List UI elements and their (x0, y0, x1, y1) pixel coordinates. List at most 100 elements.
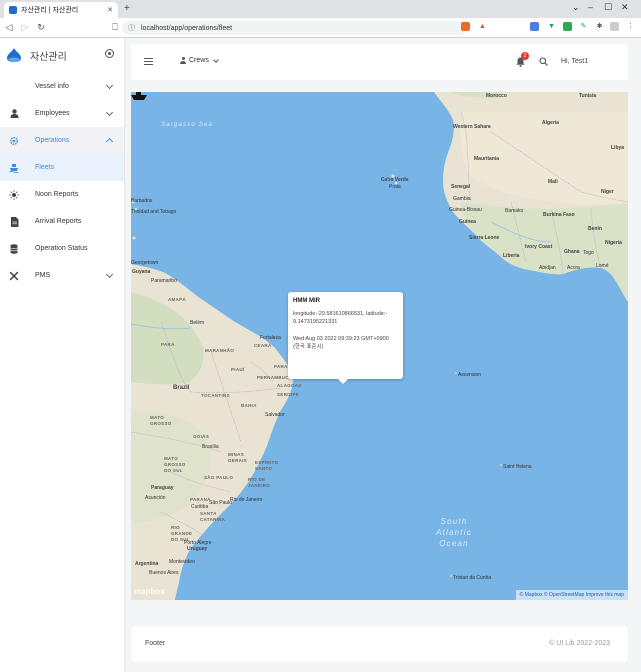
brand[interactable]: 자산관리 (0, 38, 124, 72)
person-icon (8, 108, 20, 120)
map-label: Abidjan (539, 265, 556, 271)
map-label: ESPÍRITO SANTO (255, 460, 279, 471)
ocean-label-line: South (440, 517, 468, 526)
sidebar-item-label: Operations (35, 137, 70, 144)
rewards-icon[interactable]: ▲ (478, 22, 487, 31)
map-label: Ivory Coast (525, 244, 553, 250)
url-text: localhost/app/operations/fleet (141, 24, 233, 32)
app-header: Crews 2 Hi, Test1 (131, 44, 628, 80)
vessel-popup: HMM MIR longitude:-29.5816108665​31, lat… (288, 292, 403, 384)
bookmark-icon[interactable]: ⎕ (108, 22, 122, 33)
map-label: Algeria (542, 120, 559, 126)
sidebar-item-label: Vessel info (35, 83, 69, 90)
map-label: Liberia (503, 253, 520, 259)
new-tab-icon[interactable]: + (124, 3, 130, 14)
map-label: Asunción (145, 495, 166, 501)
map-label: ALAGOAS (277, 383, 302, 388)
map-label: Benin (588, 226, 602, 232)
map-label: Morocco (486, 93, 507, 99)
ocean-label-line: Atlantic (436, 528, 472, 537)
reload-icon[interactable]: ↻ (34, 22, 48, 33)
popup-timestamp: Wed Aug 03 2022 09:39:23 GMT+0900 (293, 336, 389, 342)
map-label: Praia (389, 184, 401, 190)
sidebar-item-operations[interactable]: Operations (0, 127, 124, 154)
chevron-down-icon (105, 108, 114, 117)
forward-icon[interactable]: ▷ (18, 22, 32, 33)
map-label: Burkina Faso (543, 212, 575, 218)
map-label: Brazil (173, 385, 190, 391)
vue-devtools-icon[interactable]: ▼ (547, 22, 556, 31)
extensions-puzzle-icon[interactable]: ✱ (595, 22, 604, 31)
hamburger-menu-icon[interactable] (144, 58, 153, 65)
map-label: Curitiba (191, 504, 209, 510)
chevron-down-icon[interactable]: ⌄ (572, 2, 580, 13)
window-close-icon[interactable]: ✕ (621, 2, 629, 13)
browser-tab[interactable]: 자산관리 | 자산관리 ✕ (4, 2, 118, 18)
user-greeting[interactable]: Hi, Test1 (561, 58, 588, 65)
sidebar-item-label: Employees (35, 110, 70, 117)
url-bar[interactable]: ⓘ localhost/app/operations/fleet (122, 21, 467, 35)
sidebar-item-operation-status[interactable]: Operation Status (0, 235, 124, 262)
popup-timezone: (한국 표준시) (293, 344, 324, 350)
mapbox-logo[interactable]: mapbox (134, 587, 165, 596)
map-label: Georgetown (131, 260, 159, 266)
map-label: SÃO PAULO (204, 475, 234, 480)
map-label: BAHIA (241, 403, 257, 408)
brave-shield-icon[interactable] (461, 22, 470, 31)
map-label: CEARÁ (254, 343, 272, 348)
sidebar-item-noon-reports[interactable]: Noon Reports (0, 181, 124, 208)
map-label: PARANÁ (190, 497, 211, 502)
sidebar-item-vessel-info[interactable]: Vessel info (0, 73, 124, 100)
map-label: SANTA CATARINA (200, 511, 226, 522)
map-label: Saint Helena (503, 464, 532, 470)
map-label: Togo (583, 250, 594, 256)
sidebar-item-fleets[interactable]: Fleets (0, 154, 124, 181)
map-label: MATO GROSSO (150, 415, 172, 426)
sidebar-item-label: PMS (35, 272, 51, 279)
map-label: Buenos Aires (149, 570, 179, 576)
back-icon[interactable]: ◁ (2, 22, 16, 33)
profile-icon[interactable] (610, 22, 619, 31)
map-label: Trinidad and Tobago (131, 209, 177, 215)
crews-label: Crews (189, 57, 209, 64)
notification-badge: 2 (521, 52, 529, 60)
map-label: Argentina (135, 561, 159, 567)
map-label: AMAPÁ (168, 297, 186, 302)
sidebar-toggle-icon[interactable] (105, 49, 114, 58)
map-label: MINAS GERAIS (228, 452, 248, 463)
map-label: São Paulo (209, 500, 233, 506)
map-label: MARANHÃO (205, 348, 235, 353)
sidebar-item-arrival-reports[interactable]: Arrival Reports (0, 208, 124, 235)
menu-kebab-icon[interactable]: ⋮ (626, 22, 635, 31)
crews-dropdown[interactable]: Crews (180, 56, 219, 64)
map-label: Cabo Verde (381, 177, 409, 183)
map-label: Guinea-Bissau (449, 207, 482, 213)
minimize-icon[interactable]: – (588, 2, 593, 12)
sidebar-item-label: Fleets (35, 164, 55, 171)
info-icon: ⓘ (128, 25, 135, 32)
extension-icon[interactable] (563, 22, 572, 31)
map-label: PIAUÍ (231, 367, 245, 372)
translate-icon[interactable] (530, 22, 539, 31)
search-icon[interactable] (539, 57, 548, 66)
map-attribution[interactable]: © Mapbox © OpenStreetMap Improve this ma… (515, 590, 628, 600)
map-label: Senegal (451, 184, 471, 190)
map-label: MATO GROSSO DO SUL (164, 456, 186, 473)
maximize-icon[interactable]: ☐ (604, 2, 612, 13)
pen-extension-icon[interactable]: ✎ (579, 22, 588, 31)
map-label: Salvador (265, 412, 285, 418)
ship-icon (8, 162, 20, 174)
sidebar-item-label: Noon Reports (35, 191, 79, 198)
ship-marker-icon[interactable] (131, 92, 147, 100)
map-label: Sierra Leone (469, 235, 500, 241)
sidebar-item-employees[interactable]: Employees (0, 100, 124, 127)
gear-icon (8, 135, 20, 147)
document-icon (8, 216, 20, 228)
map-label: Tunisia (579, 93, 597, 99)
sidebar-item-pms[interactable]: PMS (0, 262, 124, 289)
tab-close-icon[interactable]: ✕ (107, 6, 113, 14)
footer-copyright: © UI Lib 2022-2023 (549, 640, 610, 647)
map-label: RIO DE JANEIRO (248, 477, 271, 488)
logo-icon (7, 48, 21, 62)
fleet-map[interactable]: Morocco Tunisia Algeria Libya Western Sa… (131, 92, 628, 600)
